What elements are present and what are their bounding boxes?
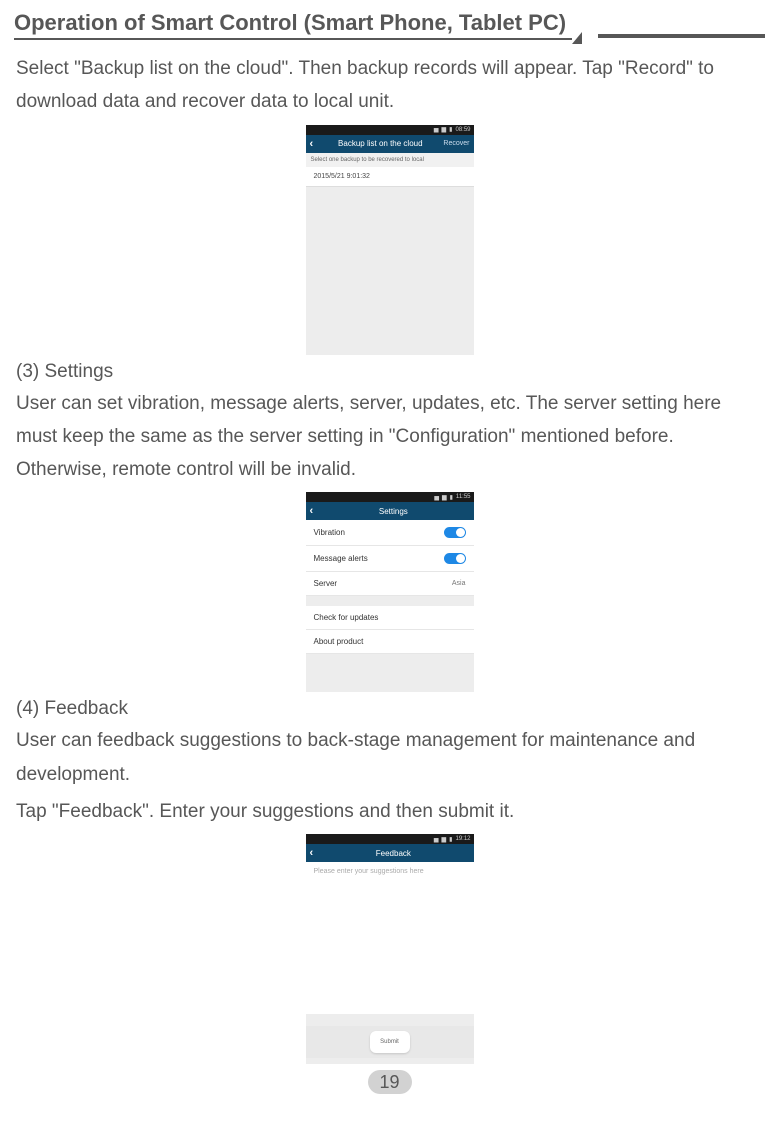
wifi-icon: ▆ [442, 126, 447, 133]
toggle-on-icon[interactable] [444, 553, 466, 564]
backup-record-row[interactable]: 2015/5/21 9:01:32 [306, 167, 474, 187]
nav-bar: ‹ Backup list on the cloud Recover [306, 135, 474, 153]
page-footer: 19 [14, 1070, 765, 1094]
backup-paragraph: Select "Backup list on the cloud". Then … [16, 52, 765, 119]
back-icon[interactable]: ‹ [310, 505, 314, 517]
page-number: 19 [368, 1070, 412, 1094]
phone-screenshot-settings: ▅ ▆ ▮ 11:55 ‹ Settings Vibration Message… [306, 492, 474, 692]
nav-title: Settings [317, 507, 469, 516]
signal-icon: ▅ [434, 126, 439, 133]
wifi-icon: ▆ [442, 836, 447, 843]
feedback-paragraph-1: User can feedback suggestions to back-st… [16, 724, 765, 791]
row-check-updates[interactable]: Check for updates [306, 606, 474, 630]
row-about[interactable]: About product [306, 630, 474, 654]
header-rule [598, 34, 765, 40]
nav-title: Feedback [317, 849, 469, 858]
row-server[interactable]: Server Asia [306, 572, 474, 596]
row-label: Check for updates [314, 613, 379, 622]
recover-button[interactable]: Recover [443, 140, 469, 147]
row-vibration[interactable]: Vibration [306, 520, 474, 546]
status-bar: ▅ ▆ ▮ 11:55 [306, 492, 474, 502]
battery-icon: ▮ [449, 126, 452, 133]
battery-icon: ▮ [449, 836, 452, 843]
feedback-textarea[interactable]: Please enter your suggestions here [306, 862, 474, 1014]
nav-bar: ‹ Settings [306, 502, 474, 520]
row-message-alerts[interactable]: Message alerts [306, 546, 474, 572]
feedback-paragraph-2: Tap "Feedback". Enter your suggestions a… [16, 795, 765, 828]
row-label: Message alerts [314, 554, 368, 563]
status-time: 19:12 [455, 836, 470, 842]
battery-icon: ▮ [450, 494, 453, 501]
row-label: Server [314, 579, 338, 588]
signal-icon: ▅ [434, 836, 439, 843]
status-bar: ▅ ▆ ▮ 08:59 [306, 125, 474, 135]
submit-bar: Submit [306, 1026, 474, 1058]
settings-heading: (3) Settings [16, 361, 765, 383]
section-header: Operation of Smart Control (Smart Phone,… [14, 10, 765, 40]
submit-button[interactable]: Submit [370, 1031, 410, 1053]
row-label: Vibration [314, 528, 345, 537]
feedback-heading: (4) Feedback [16, 698, 765, 720]
status-time: 08:59 [455, 127, 470, 133]
back-icon[interactable]: ‹ [310, 847, 314, 859]
toggle-on-icon[interactable] [444, 527, 466, 538]
phone-screenshot-feedback: ▅ ▆ ▮ 19:12 ‹ Feedback Please enter your… [306, 834, 474, 1064]
phone-screenshot-backup: ▅ ▆ ▮ 08:59 ‹ Backup list on the cloud R… [306, 125, 474, 355]
status-bar: ▅ ▆ ▮ 19:12 [306, 834, 474, 844]
status-time: 11:55 [456, 494, 471, 500]
backup-hint: Select one backup to be recovered to loc… [306, 153, 474, 167]
header-slant [572, 32, 582, 44]
settings-paragraph: User can set vibration, message alerts, … [16, 387, 765, 487]
signal-icon: ▅ [434, 494, 439, 501]
settings-separator [306, 596, 474, 606]
row-label: About product [314, 637, 364, 646]
section-title: Operation of Smart Control (Smart Phone,… [14, 10, 572, 40]
nav-title: Backup list on the cloud [317, 139, 443, 148]
wifi-icon: ▆ [442, 494, 447, 501]
nav-bar: ‹ Feedback [306, 844, 474, 862]
row-value: Asia [452, 580, 466, 587]
back-icon[interactable]: ‹ [310, 138, 314, 150]
